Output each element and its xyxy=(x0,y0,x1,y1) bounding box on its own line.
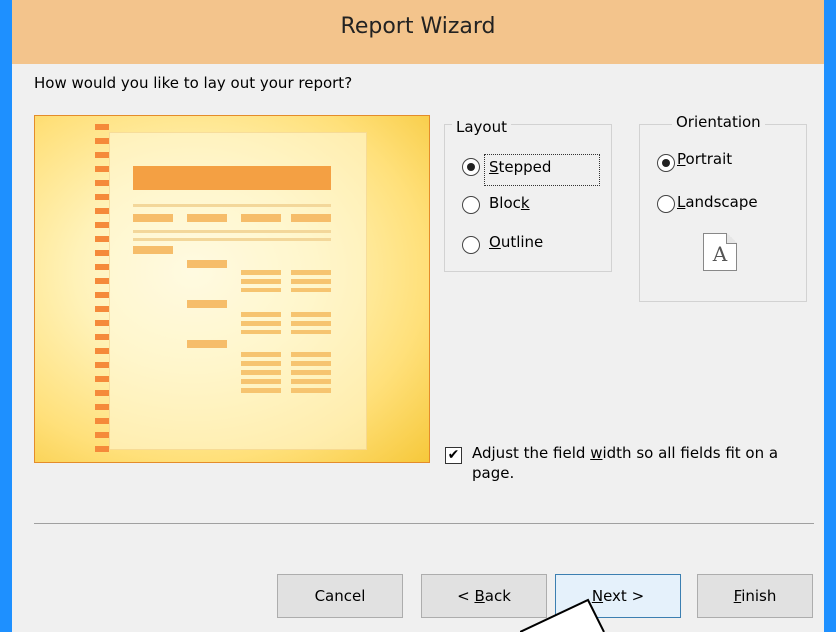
radio-outline[interactable] xyxy=(462,236,480,254)
preview-header-cell xyxy=(133,214,173,222)
preview-header-cell xyxy=(291,214,331,222)
preview-title-bar xyxy=(133,166,331,190)
page-letter: A xyxy=(712,242,728,266)
layout-preview-image xyxy=(34,115,430,463)
preview-detail-rows xyxy=(291,312,331,334)
portrait-page-icon: A xyxy=(703,233,737,271)
radio-block[interactable] xyxy=(462,196,480,214)
preview-header-cell xyxy=(241,214,281,222)
radio-stepped-label[interactable]: Stepped xyxy=(489,158,551,176)
report-wizard-window: Report Wizard How would you like to lay … xyxy=(0,0,836,632)
radio-stepped[interactable] xyxy=(462,158,480,176)
preview-detail-rows xyxy=(241,270,281,292)
preview-rule xyxy=(133,230,331,233)
radio-portrait-label[interactable]: Portrait xyxy=(677,150,732,168)
orientation-group-label: Orientation xyxy=(672,113,765,131)
window-frame-right xyxy=(824,0,836,632)
radio-portrait[interactable] xyxy=(657,154,675,172)
finish-button[interactable]: Finish xyxy=(697,574,813,618)
button-separator xyxy=(34,523,814,524)
adjust-width-checkbox[interactable]: ✔ xyxy=(445,447,462,464)
notebook-spiral xyxy=(95,124,109,452)
radio-landscape-label[interactable]: Landscape xyxy=(677,193,758,211)
cancel-button[interactable]: Cancel xyxy=(277,574,403,618)
preview-header-cell xyxy=(187,214,227,222)
window-title: Report Wizard xyxy=(340,14,496,39)
preview-detail-rows xyxy=(291,270,331,292)
adjust-width-label[interactable]: Adjust the field width so all fields fit… xyxy=(472,443,812,483)
preview-rule xyxy=(133,204,331,207)
window-frame-left xyxy=(0,0,12,632)
wizard-question: How would you like to lay out your repor… xyxy=(34,74,353,92)
radio-landscape[interactable] xyxy=(657,195,675,213)
preview-group-cell xyxy=(187,260,227,268)
layout-group-label: Layout xyxy=(452,118,511,136)
preview-detail-rows xyxy=(241,312,281,334)
mouse-pointer-icon xyxy=(520,598,605,632)
radio-block-label[interactable]: Block xyxy=(489,194,530,212)
preview-group-cell xyxy=(187,300,227,308)
preview-detail-rows xyxy=(291,352,331,396)
preview-group-cell xyxy=(133,246,173,254)
radio-outline-label[interactable]: Outline xyxy=(489,233,543,251)
preview-group-cell xyxy=(187,340,227,348)
preview-detail-rows xyxy=(241,352,281,396)
preview-rule xyxy=(133,238,331,241)
